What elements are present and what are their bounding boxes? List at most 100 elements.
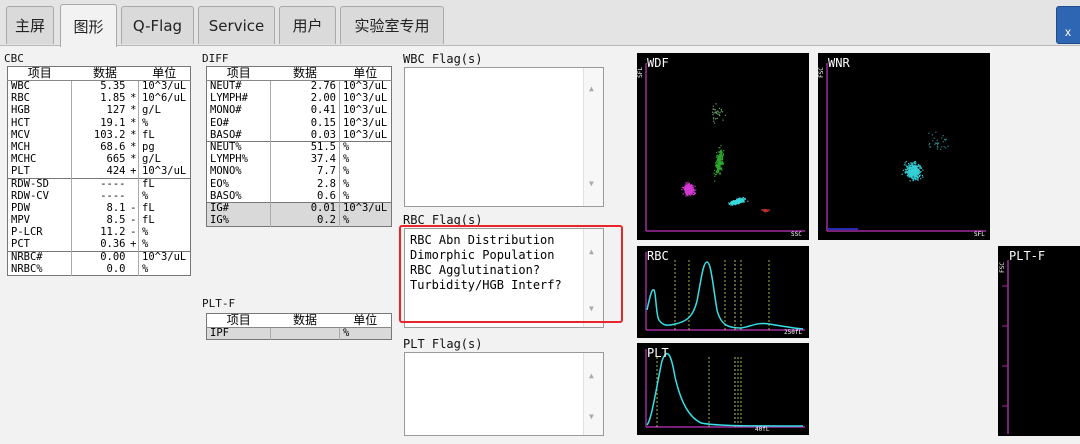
pltf-header-unit: 单位 (339, 313, 392, 328)
close-button[interactable]: x (1056, 6, 1080, 44)
cbc-row: PCT 0.36 +% (8, 239, 191, 252)
scatter-event (685, 182, 687, 184)
cbc-flag: - (130, 214, 137, 227)
plt-flags-title: PLT Flag(s) (403, 337, 483, 351)
cbc-flag: * (130, 153, 137, 166)
scatter-event (908, 175, 911, 177)
scatter-event (692, 191, 694, 193)
scatter-event (764, 211, 766, 213)
scatter-event (908, 162, 910, 165)
scatter-event (931, 134, 933, 136)
scatter-event (721, 169, 723, 171)
rbc-histogram: RBC 250fL (637, 246, 809, 338)
scatter-event (908, 166, 910, 168)
scatter-event (911, 162, 913, 164)
scatter-event (722, 158, 724, 160)
scatter-event (682, 193, 684, 195)
scatter-event (747, 200, 749, 202)
scatter-event (715, 118, 717, 120)
scatter-event (740, 201, 743, 203)
diff-header-value: 数据 (270, 66, 340, 81)
scatter-event (901, 173, 903, 175)
scatter-event (914, 172, 916, 174)
scatter-event (718, 173, 720, 175)
diff-item: LYMPH# (210, 92, 248, 105)
cbc-value: ---- (71, 190, 129, 203)
cbc-item: PDW (11, 201, 30, 214)
scatter-event (936, 145, 938, 147)
scatter-event (713, 172, 715, 174)
cbc-flag: * (130, 92, 137, 105)
cbc-item: HGB (11, 104, 30, 117)
scatter-event (717, 154, 719, 156)
scroll-up-icon[interactable]: ▲ (589, 84, 594, 93)
scatter-event (685, 192, 687, 194)
tab-q-flag[interactable]: Q-Flag (121, 6, 194, 44)
scatter-event (907, 176, 909, 178)
wbc-flags-scrollbar[interactable]: ▲ ▼ (583, 68, 603, 206)
scatter-event (932, 140, 934, 142)
scroll-up-icon[interactable]: ▲ (589, 371, 594, 380)
cbc-flag (128, 177, 139, 191)
scatter-event (909, 176, 911, 178)
scatter-event (737, 198, 739, 201)
scatter-event (715, 165, 717, 167)
scatter-event (721, 152, 723, 154)
scatter-event (902, 169, 904, 171)
scatter-event (943, 146, 945, 148)
diff-header-unit: 单位 (339, 66, 392, 81)
scatter-event (686, 186, 688, 188)
scatter-event (713, 118, 715, 120)
scroll-down-icon[interactable]: ▼ (589, 412, 594, 421)
cbc-row: RDW-SD ---- fL (7, 177, 191, 191)
cbc-unit: % (138, 263, 191, 276)
scatter-event (913, 168, 915, 170)
scatter-event (692, 189, 694, 191)
diff-item: LYMPH% (210, 153, 248, 166)
plt-flags-list[interactable]: ▲ ▼ (404, 352, 604, 436)
tab-service[interactable]: Service (198, 6, 275, 44)
diff-row: EO# 0.15 10^3/uL (207, 117, 392, 130)
tab-user[interactable]: 用户 (279, 6, 336, 44)
scatter-event (719, 112, 721, 114)
scatter-event (691, 192, 693, 194)
scatter-event (936, 143, 939, 145)
scatter-event (913, 161, 915, 163)
scatter-event (690, 186, 692, 188)
tab-lab-only[interactable]: 实验室专用 (340, 6, 444, 44)
scatter-event (722, 160, 724, 162)
cbc-row: PDW 8.1- fL (8, 201, 191, 215)
scatter-event (918, 174, 920, 177)
tab-graphics[interactable]: 图形 (60, 4, 117, 47)
plt-flags-scrollbar[interactable]: ▲ ▼ (583, 353, 603, 435)
scatter-event (917, 174, 919, 176)
scroll-down-icon[interactable]: ▼ (589, 179, 594, 188)
cbc-unit: fL (138, 177, 191, 191)
cbc-item: RDW-CV (11, 189, 49, 202)
scatter-event (714, 175, 716, 177)
diff-value: 0.6 (270, 190, 340, 203)
pltf-row-item: IPF (206, 327, 271, 340)
scatter-event (915, 166, 917, 168)
scatter-event (922, 176, 924, 178)
wbc-flags-list[interactable]: ▲ ▼ (404, 67, 604, 207)
cbc-flag: - (130, 226, 137, 239)
diff-value: 2.00 (270, 92, 340, 105)
scatter-event (683, 187, 685, 189)
cbc-unit: fL (138, 129, 191, 142)
scatter-event (742, 197, 744, 199)
diff-value: 2.76 (270, 80, 340, 93)
scatter-event (908, 170, 911, 172)
diff-row: MONO# 0.41 10^3/uL (207, 104, 392, 118)
diff-unit: 10^3/uL (339, 92, 392, 105)
diff-table: 项目 数据 单位 NEUT# 2.76 10^3/uL LYMPH# 2.00 10^3/… (206, 66, 392, 228)
cbc-row: HCT 19.1 *% (8, 117, 191, 130)
scatter-event (687, 181, 689, 183)
cbc-value: ---- (71, 177, 129, 191)
scatter-event (913, 165, 915, 167)
tab-main[interactable]: 主屏 (6, 6, 54, 44)
cbc-value: 0.00 (71, 250, 129, 264)
scatter-event (716, 151, 718, 154)
cbc-item: MCHC (11, 153, 37, 166)
scatter-event (916, 175, 918, 178)
